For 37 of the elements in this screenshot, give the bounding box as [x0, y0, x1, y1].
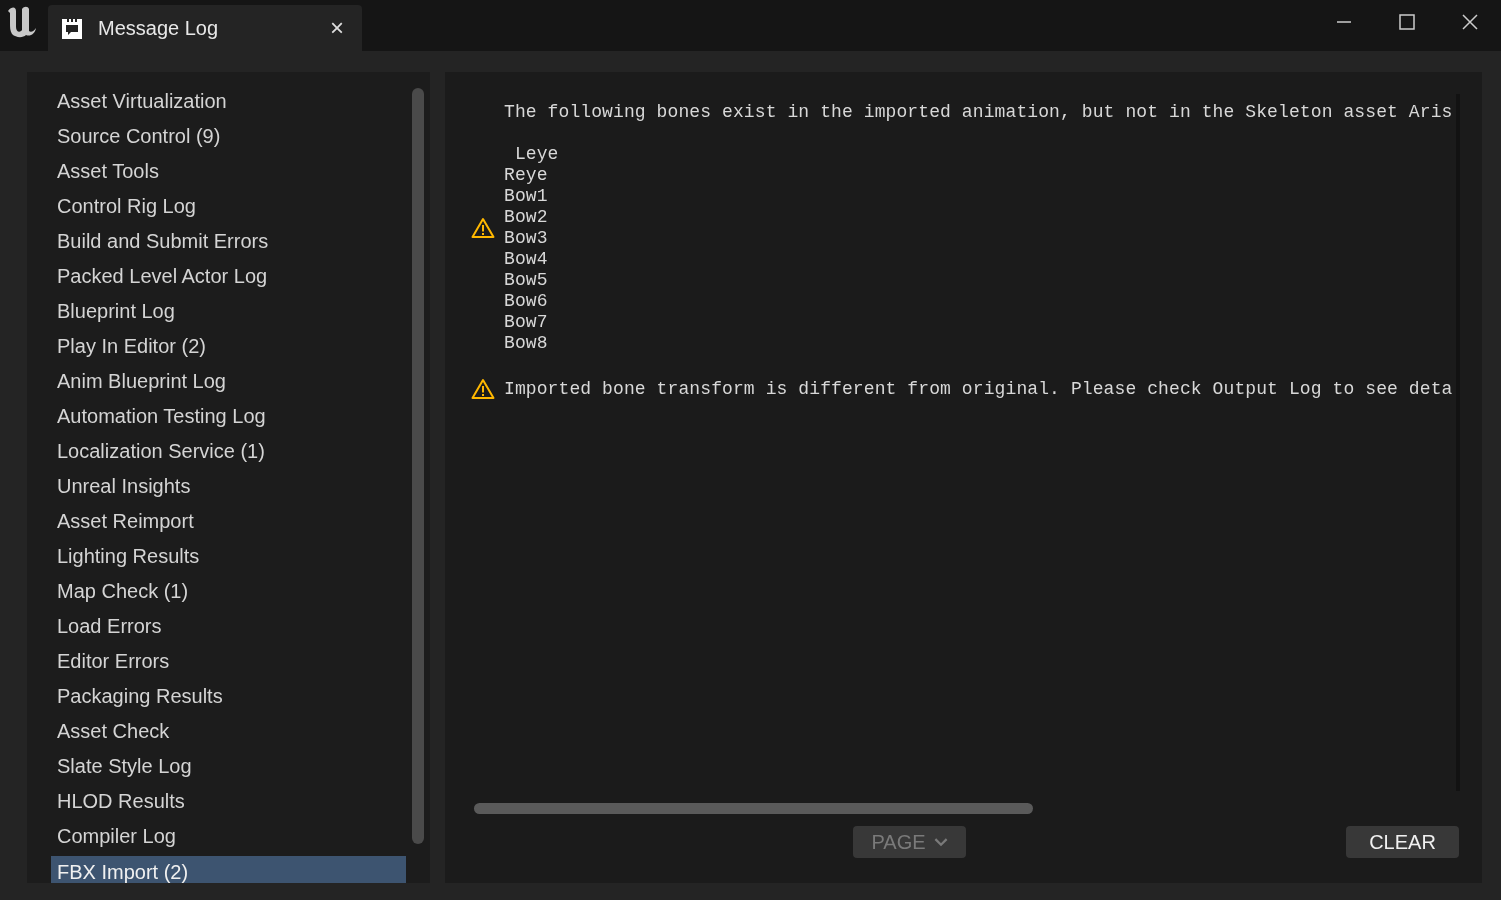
category-item[interactable]: Blueprint Log [51, 296, 406, 331]
category-item[interactable]: Asset Reimport [51, 506, 406, 541]
category-item[interactable]: Asset Check [51, 716, 406, 751]
category-item[interactable]: Automation Testing Log [51, 401, 406, 436]
clear-button[interactable]: CLEAR [1346, 826, 1459, 858]
category-item[interactable]: Slate Style Log [51, 751, 406, 786]
chevron-icon [933, 837, 948, 847]
maximize-icon[interactable] [1399, 13, 1415, 30]
category-item[interactable]: Asset Virtualization [51, 86, 406, 121]
category-item[interactable]: Localization Service (1) [51, 436, 406, 471]
message-text: The following bones exist in the imported animation, but not in the Skeleton asset Aris Leye Reye Bow1 Bow2 Bow3 Bow4 Bow5 Bow6 Bow7 Bow8 [504, 102, 1453, 354]
category-item[interactable]: Lighting Results [51, 541, 406, 576]
category-item[interactable]: Packed Level Actor Log [51, 261, 406, 296]
category-item[interactable]: HLOD Results [51, 786, 406, 821]
category-item[interactable]: Build and Submit Errors [51, 226, 406, 261]
message-log-icon [62, 17, 82, 39]
horizontal-scrollbar[interactable] [474, 802, 1033, 814]
tab-close-button[interactable]: × [326, 14, 348, 42]
warning-icon [471, 378, 495, 400]
scrollbar[interactable] [412, 88, 424, 844]
close-icon[interactable] [1462, 13, 1478, 30]
tab-title: Message Log [98, 16, 220, 40]
category-item[interactable]: Editor Errors [51, 646, 406, 681]
warning-icon [471, 217, 495, 239]
category-item[interactable]: Unreal Insights [51, 471, 406, 506]
category-item[interactable]: Packaging Results [51, 681, 406, 716]
message-text: Imported bone transform is different from original. Please check Output Log to see deta [504, 378, 1453, 400]
category-item[interactable]: FBX Import (2) [51, 856, 406, 883]
category-item[interactable]: Play In Editor (2) [51, 331, 406, 366]
category-item[interactable]: Compiler Log [51, 821, 406, 856]
category-item[interactable]: Anim Blueprint Log [51, 366, 406, 401]
message-log-tab[interactable]: Message Log × [48, 5, 362, 51]
category-item[interactable]: Control Rig Log [51, 191, 406, 226]
category-item[interactable]: Load Errors [51, 611, 406, 646]
category-item[interactable]: Asset Tools [51, 156, 406, 191]
category-item[interactable]: Source Control (9) [51, 121, 406, 156]
category-item[interactable]: Map Check (1) [51, 576, 406, 611]
